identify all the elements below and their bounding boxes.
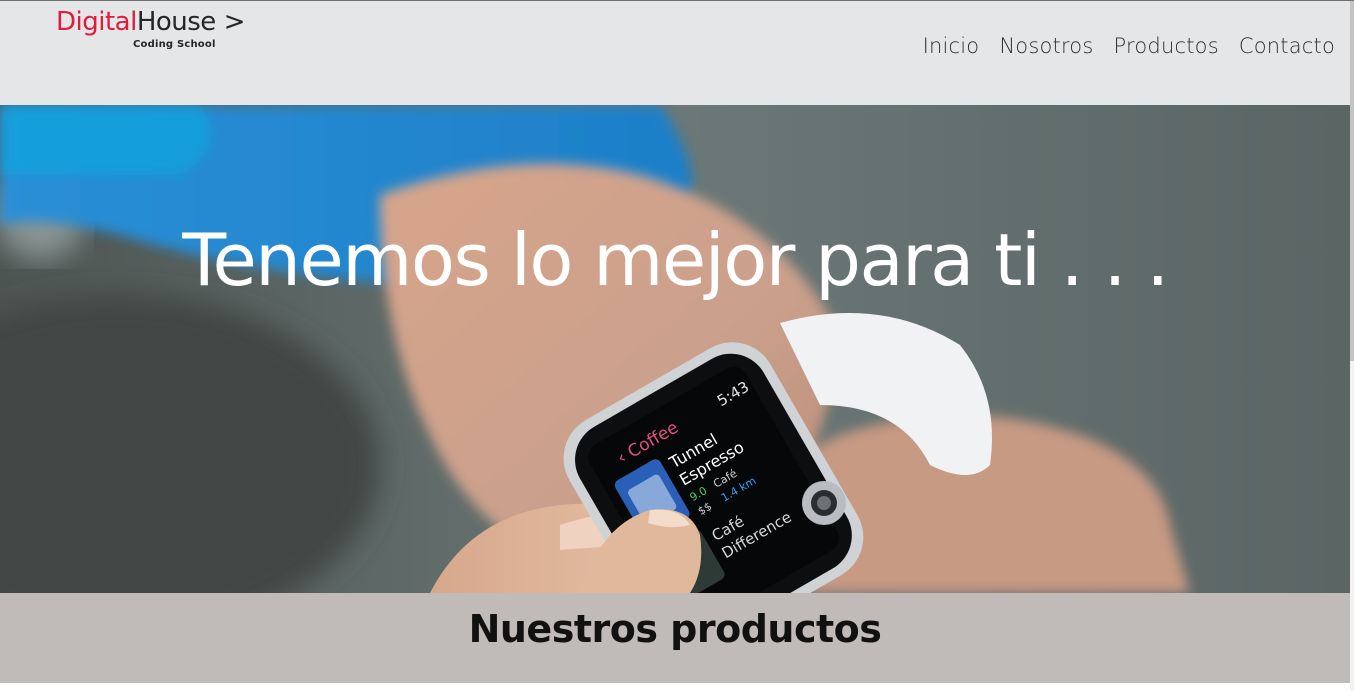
hero-background-image: ‹ Coffee 5:43 Tunnel Espresso 9.0 Café $…	[0, 105, 1350, 593]
products-section-header: Nuestros productos	[0, 593, 1350, 683]
vertical-scrollbar[interactable]	[1350, 1, 1354, 691]
nav-link-nosotros[interactable]: Nosotros	[999, 34, 1093, 58]
brand-logo[interactable]: DigitalHouse > Coding School	[56, 5, 245, 51]
scrollbar-thumb[interactable]	[1350, 1, 1354, 361]
page-bottom-strip	[0, 683, 1350, 691]
logo-arrow-icon: >	[223, 7, 246, 37]
logo-brand-dark: House	[136, 7, 216, 37]
logo-wordmark: DigitalHouse >	[56, 5, 245, 39]
nav-link-contacto[interactable]: Contacto	[1239, 34, 1335, 58]
hero-title: Tenemos lo mejor para ti . . .	[182, 218, 1169, 302]
nav-link-inicio[interactable]: Inicio	[923, 34, 980, 58]
site-header: DigitalHouse > Coding School Inicio Noso…	[0, 1, 1350, 105]
logo-subtitle: Coding School	[133, 39, 216, 50]
logo-brand-red: Digital	[56, 7, 137, 37]
main-nav: Inicio Nosotros Productos Contacto	[923, 34, 1335, 58]
nav-link-productos[interactable]: Productos	[1114, 34, 1219, 58]
page: DigitalHouse > Coding School Inicio Noso…	[0, 0, 1354, 691]
hero-banner: ‹ Coffee 5:43 Tunnel Espresso 9.0 Café $…	[0, 105, 1350, 593]
products-title: Nuestros productos	[468, 607, 882, 651]
